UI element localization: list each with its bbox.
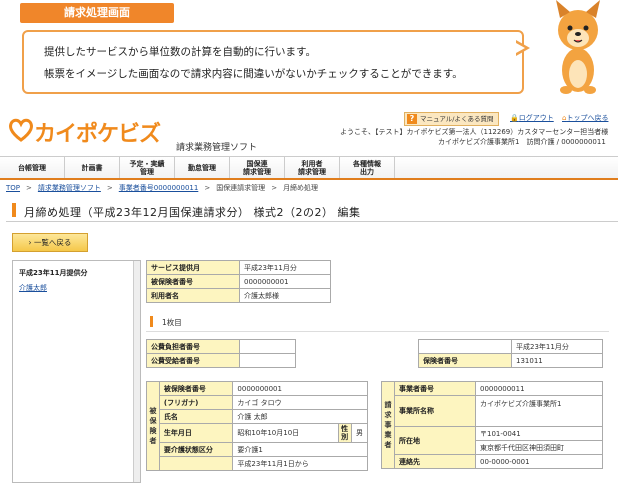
name-value: 介護 太郎 bbox=[232, 409, 368, 424]
left-user-link[interactable]: 介護太郎 bbox=[19, 283, 47, 293]
lock-icon: 🔒 bbox=[510, 114, 519, 122]
logout-link[interactable]: 🔒ログアウト bbox=[510, 113, 554, 123]
callout-tail-inner bbox=[516, 43, 525, 53]
heart-logo-icon bbox=[9, 118, 33, 142]
recipient-no-label: 公費受給者番号 bbox=[146, 353, 240, 368]
insurer-table: 平成23年11月分 保険者番号 131011 bbox=[418, 339, 603, 368]
nav-plan[interactable]: 計画書 bbox=[65, 157, 120, 178]
feature-callout: 提供したサービスから単位数の計算を自動的に行います。 帳票をイメージした画面なの… bbox=[22, 30, 524, 94]
breadcrumb-current: 月締め処理 bbox=[283, 184, 319, 192]
office-section-label: 請求事業者 bbox=[381, 381, 395, 469]
office-no-label: 事業者番号 bbox=[394, 381, 476, 396]
nav-user-billing[interactable]: 利用者 請求管理 bbox=[285, 157, 340, 178]
page-title-bar: 月締め処理（平成23年12月国保連請求分） 様式2（2の2） 編集 bbox=[6, 201, 618, 222]
callout-line-1: 提供したサービスから単位数の計算を自動的に行います。 bbox=[44, 46, 316, 58]
service-month-value: 平成23年11月分 bbox=[239, 260, 331, 275]
nav-output[interactable]: 各種情報 出力 bbox=[340, 157, 395, 178]
chevron-right-icon: › bbox=[28, 238, 32, 247]
sex-value: 男 bbox=[351, 423, 368, 443]
public-funding-table: 公費負担者番号 公費受給者番号 bbox=[146, 339, 296, 368]
period-label bbox=[158, 456, 234, 471]
left-panel: 平成23年11月提供分 介護太郎 bbox=[12, 260, 141, 483]
left-scrollbar[interactable] bbox=[133, 261, 140, 482]
care-level-label: 要介護状態区分 bbox=[158, 442, 234, 457]
divider bbox=[146, 331, 609, 332]
insured-no-label: 被保険者番号 bbox=[146, 274, 240, 289]
manual-faq-button[interactable]: ? マニュアル/よくある質問 bbox=[404, 112, 499, 126]
kana-label: (フリガナ) bbox=[158, 395, 234, 410]
birth-label: 生年月日 bbox=[158, 423, 234, 443]
address-label: 所在地 bbox=[394, 426, 476, 455]
main-nav: 台帳管理 計画書 予定・実績 管理 勤怠管理 国保連 請求管理 利用者 請求管理… bbox=[0, 156, 618, 180]
address-value: 東京都千代田区神田須田町 bbox=[475, 440, 603, 455]
page-title: 月締め処理（平成23年12月国保連請求分） 様式2（2の2） 編集 bbox=[24, 206, 361, 219]
manual-faq-label: マニュアル/よくある質問 bbox=[420, 115, 494, 123]
breadcrumb-kokuho: 国保連請求管理 bbox=[216, 184, 266, 192]
tel-label: 連絡先 bbox=[394, 454, 476, 469]
callout-line-2: 帳票をイメージした画面なので請求内容に間違いがないかチェックすることができます。 bbox=[44, 68, 463, 80]
period-value: 平成23年11月1日から bbox=[232, 456, 368, 471]
nav-schedule[interactable]: 予定・実績 管理 bbox=[120, 157, 175, 178]
sex-label: 性別 bbox=[338, 423, 352, 443]
insurer-no-label: 保険者番号 bbox=[418, 353, 512, 368]
month-blank bbox=[418, 339, 512, 354]
office-text: カイポケビズ介護事業所1 訪問介護 / 0000000011 bbox=[438, 138, 606, 146]
insured-section-label: 被保険者 bbox=[146, 381, 160, 471]
title-marker bbox=[12, 203, 16, 217]
office-name-label: 事業所名称 bbox=[394, 395, 476, 427]
payer-no-label: 公費負担者番号 bbox=[146, 339, 240, 354]
dog-mascot-icon bbox=[556, 0, 600, 94]
left-month-heading: 平成23年11月提供分 bbox=[19, 269, 88, 277]
nav-attendance[interactable]: 勤怠管理 bbox=[175, 157, 230, 178]
breadcrumb: TOP > 請求業務管理ソフト > 事業者番号0000000011 > 国保連請求管理 > 月締… bbox=[6, 184, 319, 192]
insured-no-label-2: 被保険者番号 bbox=[158, 381, 234, 396]
sheet-marker bbox=[150, 316, 153, 327]
logo-subtitle: 請求業務管理ソフト bbox=[176, 143, 258, 153]
payer-no-value bbox=[239, 339, 296, 354]
insurer-no-value: 131011 bbox=[511, 353, 603, 368]
office-table: 請求事業者 事業者番号 0000000011 事業所名称 カイポケビズ介護事業所… bbox=[381, 381, 603, 469]
breadcrumb-software[interactable]: 請求業務管理ソフト bbox=[38, 184, 101, 192]
service-month-label: サービス提供月 bbox=[146, 260, 240, 275]
birth-value: 昭和10年10月10日 bbox=[232, 423, 340, 443]
user-name-value: 介護太郎様 bbox=[239, 288, 331, 303]
logo-text[interactable]: カイポケビズ bbox=[34, 116, 161, 148]
tel-value: 00-0000-0001 bbox=[475, 454, 603, 469]
top-link[interactable]: ⌂トップへ戻る bbox=[562, 113, 608, 123]
recipient-no-value bbox=[239, 353, 296, 368]
nav-ledger[interactable]: 台帳管理 bbox=[0, 157, 65, 178]
kana-value: カイゴ タロウ bbox=[232, 395, 368, 410]
care-level-value: 要介護1 bbox=[232, 442, 368, 457]
back-to-list-button[interactable]: › 一覧へ戻る bbox=[12, 233, 88, 252]
insured-no-value-2: 0000000001 bbox=[232, 381, 368, 396]
insured-no-value: 0000000001 bbox=[239, 274, 331, 289]
name-label: 氏名 bbox=[158, 409, 234, 424]
insured-table: 被保険者 被保険者番号 0000000001 (フリガナ) カイゴ タロウ 氏名… bbox=[146, 381, 368, 471]
breadcrumb-office[interactable]: 事業者番号0000000011 bbox=[119, 184, 199, 192]
sheet-month-value: 平成23年11月分 bbox=[511, 339, 603, 354]
summary-table: サービス提供月 平成23年11月分 被保険者番号 0000000001 利用者名 介護… bbox=[146, 260, 331, 303]
breadcrumb-top[interactable]: TOP bbox=[6, 184, 20, 192]
office-name-value: カイポケビズ介護事業所1 bbox=[475, 395, 603, 427]
feature-title-tab: 請求処理画面 bbox=[20, 3, 174, 23]
office-no-value: 0000000011 bbox=[475, 381, 603, 396]
zip-value: 〒101-0041 bbox=[475, 426, 603, 441]
question-icon: ? bbox=[407, 114, 417, 124]
nav-kokuho-billing[interactable]: 国保連 請求管理 bbox=[230, 157, 285, 178]
welcome-text: ようこそ、【テスト】カイポケビズ第一法人（112269）カスタマーセンター担当者… bbox=[340, 128, 609, 136]
user-name-label: 利用者名 bbox=[146, 288, 240, 303]
